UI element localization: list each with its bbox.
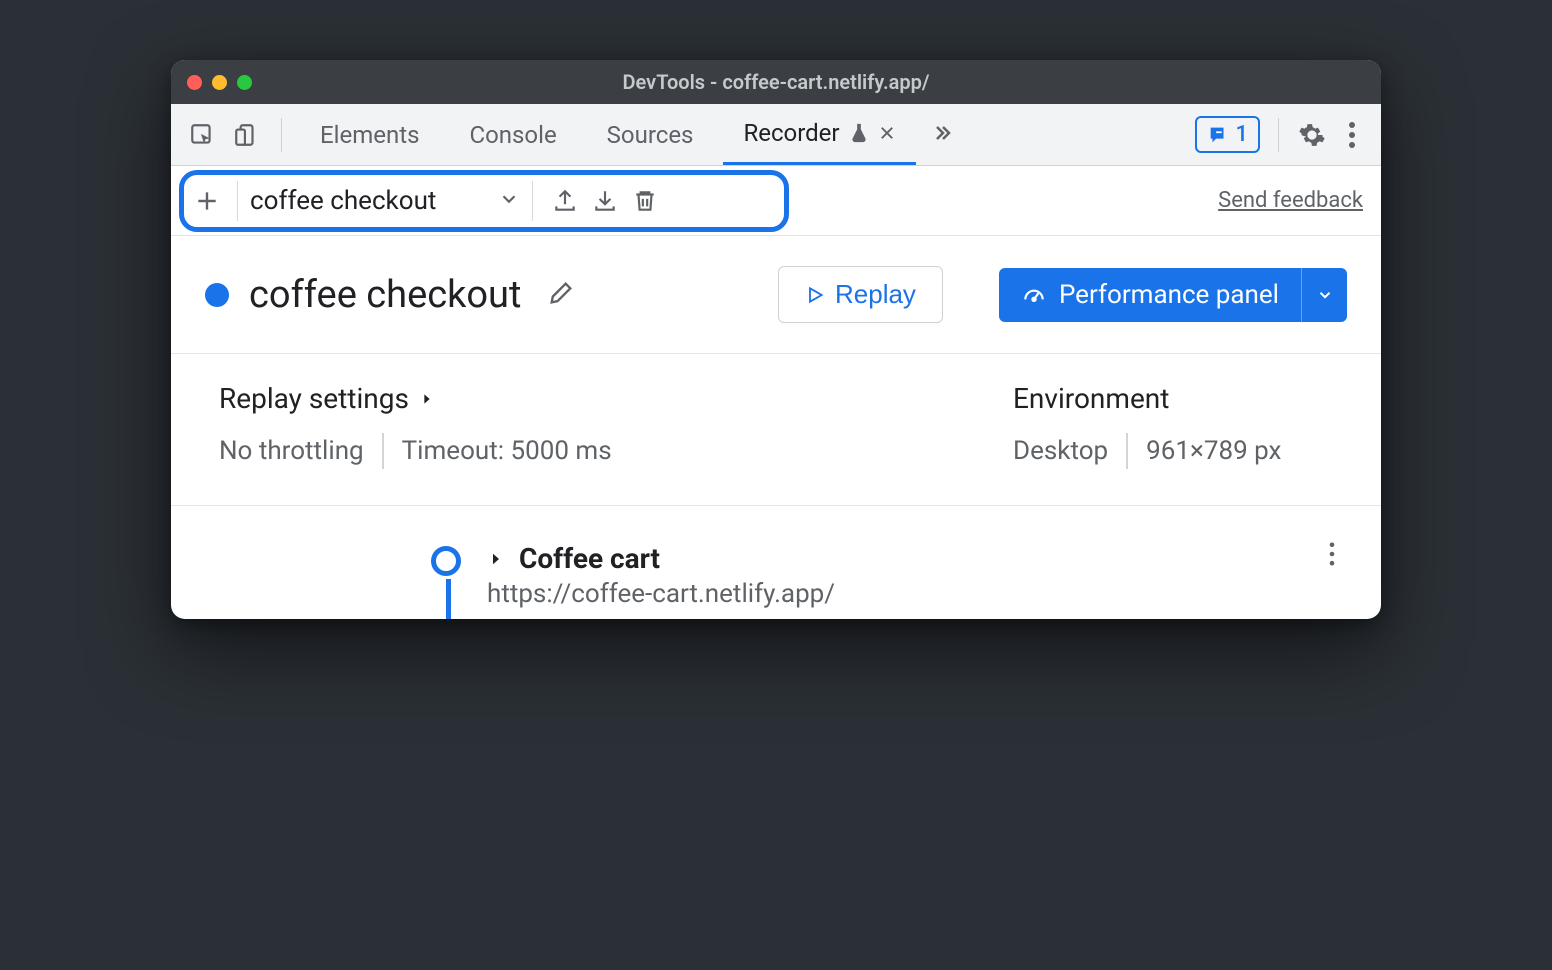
separator (237, 181, 238, 221)
close-tab-icon[interactable] (878, 124, 896, 142)
environment-values: Desktop 961×789 px (1013, 433, 1333, 469)
tab-elements[interactable]: Elements (300, 104, 439, 165)
chevron-down-icon[interactable] (498, 188, 520, 214)
traffic-lights (187, 75, 252, 90)
new-recording-button[interactable] (189, 183, 225, 219)
settings-icon[interactable] (1297, 120, 1327, 150)
separator (1278, 118, 1279, 152)
gauge-icon (1021, 282, 1047, 308)
performance-label: Performance panel (1059, 280, 1279, 310)
recording-header: coffee checkout Replay Performance panel (171, 236, 1381, 354)
replay-label: Replay (835, 279, 916, 310)
recording-status-dot (205, 283, 229, 307)
issues-icon (1207, 124, 1229, 146)
timeout-value: Timeout: 5000 ms (402, 436, 612, 466)
replay-button[interactable]: Replay (778, 266, 943, 323)
step-item: Coffee cart https://coffee-cart.netlify.… (211, 542, 1341, 609)
devtools-tabstrip: Elements Console Sources Recorder 1 (171, 104, 1381, 166)
caret-right-icon (487, 550, 505, 568)
send-feedback-link[interactable]: Send feedback (1218, 188, 1363, 213)
tab-label: Console (469, 121, 556, 149)
performance-panel-button[interactable]: Performance panel (999, 268, 1347, 322)
recording-selector[interactable]: coffee checkout (250, 186, 490, 216)
flask-icon (848, 122, 870, 144)
step-connector (446, 579, 451, 619)
step-title: Coffee cart (519, 542, 660, 575)
tab-sources[interactable]: Sources (587, 104, 714, 165)
tab-label: Recorder (743, 119, 839, 147)
edit-title-icon[interactable] (547, 279, 575, 311)
separator (532, 181, 533, 221)
separator (382, 433, 384, 469)
devtools-window: DevTools - coffee-cart.netlify.app/ Elem… (171, 60, 1381, 619)
export-button[interactable] (545, 181, 585, 221)
tab-label: Sources (607, 121, 694, 149)
window-title: DevTools - coffee-cart.netlify.app/ (171, 70, 1381, 94)
environment-title: Environment (1013, 382, 1333, 415)
issues-count: 1 (1235, 122, 1248, 147)
replay-settings-label: Replay settings (219, 382, 409, 415)
more-tabs-icon[interactable] (930, 121, 954, 149)
tab-console[interactable]: Console (449, 104, 576, 165)
settings-row: Replay settings No throttling Timeout: 5… (171, 354, 1381, 506)
steps-list: Coffee cart https://coffee-cart.netlify.… (171, 506, 1381, 619)
step-body[interactable]: Coffee cart https://coffee-cart.netlify.… (487, 542, 1303, 609)
import-button[interactable] (585, 181, 625, 221)
minimize-window-button[interactable] (212, 75, 227, 90)
separator (1126, 433, 1128, 469)
play-icon (805, 285, 825, 305)
environment-settings: Environment Desktop 961×789 px (1013, 382, 1333, 469)
tab-recorder[interactable]: Recorder (723, 104, 915, 165)
throttling-value: No throttling (219, 436, 364, 466)
step-url: https://coffee-cart.netlify.app/ (487, 579, 1303, 609)
recording-title: coffee checkout (249, 273, 521, 317)
issues-badge[interactable]: 1 (1195, 116, 1260, 153)
viewport-value: 961×789 px (1146, 436, 1281, 466)
step-menu-icon[interactable] (1329, 542, 1335, 570)
maximize-window-button[interactable] (237, 75, 252, 90)
performance-dropdown[interactable] (1301, 268, 1347, 322)
step-marker (431, 546, 461, 576)
replay-settings: Replay settings No throttling Timeout: 5… (219, 382, 1013, 469)
window-titlebar: DevTools - coffee-cart.netlify.app/ (171, 60, 1381, 104)
separator (281, 118, 282, 152)
delete-button[interactable] (625, 181, 665, 221)
inspect-element-icon[interactable] (185, 118, 219, 152)
device-value: Desktop (1013, 436, 1108, 466)
recording-name-label: coffee checkout (250, 186, 436, 216)
device-toolbar-icon[interactable] (229, 118, 263, 152)
tab-label: Elements (320, 121, 419, 149)
replay-settings-title[interactable]: Replay settings (219, 382, 1013, 415)
recorder-toolbar: coffee checkout Send feedback (171, 166, 1381, 236)
close-window-button[interactable] (187, 75, 202, 90)
more-menu-icon[interactable] (1337, 120, 1367, 150)
performance-panel-main[interactable]: Performance panel (999, 268, 1301, 322)
replay-settings-values: No throttling Timeout: 5000 ms (219, 433, 1013, 469)
caret-right-icon (419, 391, 435, 407)
